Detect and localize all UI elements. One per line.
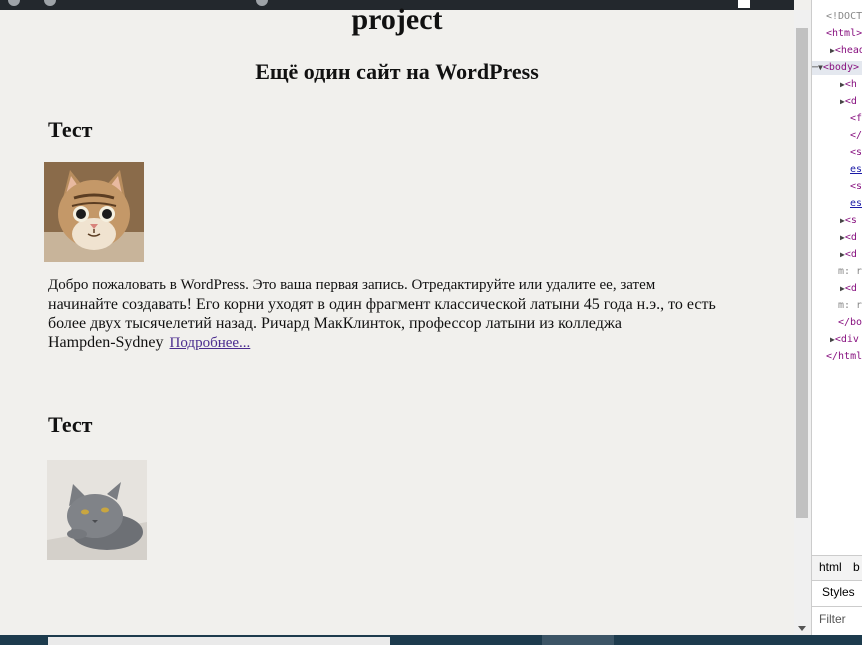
read-more-link[interactable]: Подробнее... (170, 335, 251, 351)
site-title[interactable]: project (0, 2, 794, 38)
excerpt-line: Добро пожаловать в WordPress. Это ваша п… (48, 277, 656, 293)
taskbar-app[interactable] (48, 637, 390, 645)
dom-node[interactable]: <!DOCTYPE html> (826, 10, 862, 24)
styles-tab-label: Styles (822, 585, 855, 599)
dom-node-selected[interactable]: ⋯▼<body> (812, 61, 862, 75)
dom-node[interactable]: <html> (826, 27, 862, 41)
post-title[interactable]: Тест (48, 116, 92, 144)
styles-tab[interactable]: Styles (812, 580, 862, 607)
dom-node[interactable]: ▶<d (840, 248, 857, 262)
devtools-breadcrumb: html b (812, 555, 862, 581)
dom-node[interactable]: </bo (838, 316, 862, 330)
scroll-down-arrow-icon[interactable] (798, 626, 806, 631)
devtools-panel: <!DOCTYPE html> <html> ▶<head> ⋯▼<body> … (811, 0, 862, 635)
excerpt-line: начинайте создавать! Его корни уходят в … (48, 296, 716, 313)
page-scrollbar[interactable] (794, 10, 811, 635)
site-tagline: Ещё один сайт на WordPress (255, 59, 539, 84)
dom-node[interactable]: <s (850, 180, 862, 194)
breadcrumb-body[interactable]: b (853, 560, 860, 574)
dom-node[interactable]: ▶<h (840, 78, 857, 92)
styles-filter-input[interactable]: Filter (812, 607, 862, 633)
dom-comment[interactable]: m: r (838, 299, 862, 313)
dom-node[interactable]: </ (850, 129, 862, 143)
dom-node[interactable]: ▶<s (840, 214, 857, 228)
taskbar-app-active[interactable] (542, 635, 614, 645)
browser-viewport: project Ещё один сайт на WordPress Тест … (0, 0, 794, 635)
excerpt-last-line: Hampden-Sydney Подробнее... (48, 333, 748, 353)
os-taskbar (0, 635, 862, 645)
dom-node[interactable]: ▶<d (840, 282, 857, 296)
scrollbar-thumb[interactable] (796, 28, 808, 518)
gray-cat-photo-icon[interactable] (47, 460, 147, 560)
dom-node[interactable]: <f (850, 112, 862, 126)
kitten-photo-icon[interactable] (44, 162, 144, 262)
dom-link[interactable]: es (850, 197, 862, 211)
excerpt-line: Hampden-Sydney (48, 334, 164, 351)
dom-node[interactable]: ▶<d (840, 231, 857, 245)
filter-placeholder: Filter (819, 612, 846, 626)
excerpt-line: более двух тысячелетий назад. Ричард Мак… (48, 315, 622, 332)
dom-comment[interactable]: m: r (838, 265, 862, 279)
dom-node[interactable]: ▶<d (840, 95, 857, 109)
dom-node[interactable]: <s (850, 146, 862, 160)
dom-node[interactable]: ▶<div (830, 333, 859, 347)
post-title[interactable]: Тест (48, 411, 92, 439)
dom-node[interactable]: </html> (826, 350, 862, 364)
breadcrumb-html[interactable]: html (819, 560, 842, 574)
post-excerpt: Добро пожаловать в WordPress. Это ваша п… (48, 276, 748, 353)
dom-link[interactable]: es (850, 163, 862, 177)
dom-node[interactable]: ▶<head> (830, 44, 862, 58)
